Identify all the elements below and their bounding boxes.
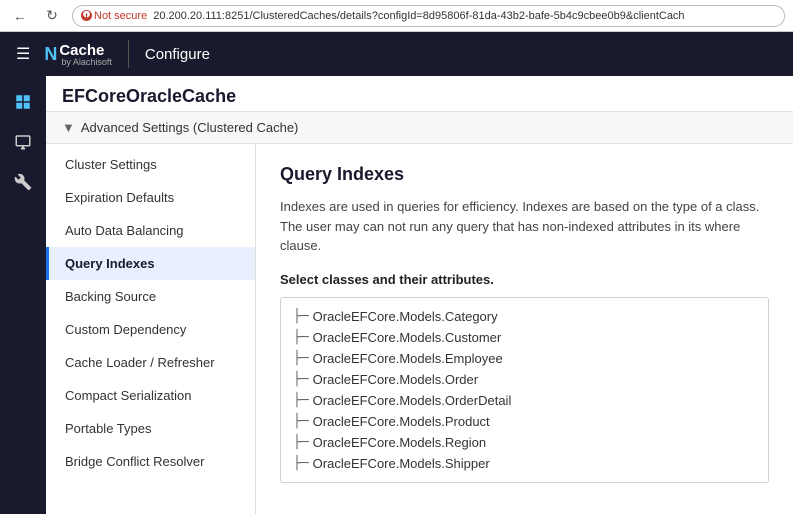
icon-sidebar: [0, 76, 46, 514]
nav-item-auto-data-balancing[interactable]: Auto Data Balancing: [46, 214, 255, 247]
body-split: Cluster SettingsExpiration DefaultsAuto …: [46, 144, 793, 514]
brand-logo: N: [44, 44, 57, 65]
tree-item-label: OracleEFCore.Models.Product: [313, 414, 490, 429]
dashboard-icon-btn[interactable]: [5, 84, 41, 120]
main-content: EFCoreOracleCache ▼ Advanced Settings (C…: [0, 76, 793, 514]
hamburger-menu[interactable]: ☰: [12, 40, 34, 68]
nav-title: Configure: [145, 46, 210, 63]
not-secure-indicator: Not secure: [81, 10, 147, 22]
section-header: ▼ Advanced Settings (Clustered Cache): [46, 112, 793, 144]
address-bar[interactable]: Not secure 20.200.20.111:8251/ClusteredC…: [72, 5, 785, 27]
tree-item-label: OracleEFCore.Models.Customer: [313, 330, 502, 345]
url-text: 20.200.20.111:8251/ClusteredCaches/detai…: [153, 10, 684, 22]
tree-connector-icon: ├─: [293, 309, 309, 324]
tree-item[interactable]: ├─ OracleEFCore.Models.Region: [281, 432, 768, 453]
tree-item[interactable]: ├─ OracleEFCore.Models.Order: [281, 369, 768, 390]
nav-bar: ☰ N Cache by Alachisoft Configure: [0, 32, 793, 76]
brand-name: Cache: [59, 42, 104, 59]
nav-item-cluster-settings[interactable]: Cluster Settings: [46, 148, 255, 181]
content-area: EFCoreOracleCache ▼ Advanced Settings (C…: [46, 76, 793, 514]
tree-connector-icon: ├─: [293, 393, 309, 408]
panel-description: Indexes are used in queries for efficien…: [280, 197, 769, 256]
tree-item[interactable]: ├─ OracleEFCore.Models.Customer: [281, 327, 768, 348]
tree-item-label: OracleEFCore.Models.Order: [313, 372, 478, 387]
left-nav: Cluster SettingsExpiration DefaultsAuto …: [46, 144, 256, 514]
browser-chrome: ← ↻ Not secure 20.200.20.111:8251/Cluste…: [0, 0, 793, 32]
panel-title: Query Indexes: [280, 164, 769, 185]
tree-item[interactable]: ├─ OracleEFCore.Models.Product: [281, 411, 768, 432]
nav-item-cache-loader[interactable]: Cache Loader / Refresher: [46, 346, 255, 379]
select-label: Select classes and their attributes.: [280, 272, 769, 287]
tree-connector-icon: ├─: [293, 351, 309, 366]
page-header: EFCoreOracleCache: [46, 76, 793, 112]
tree-connector-icon: ├─: [293, 456, 309, 471]
nav-divider: [128, 40, 129, 68]
tree-item-label: OracleEFCore.Models.Category: [313, 309, 498, 324]
collapse-icon[interactable]: ▼: [62, 120, 75, 135]
nav-item-bridge-conflict[interactable]: Bridge Conflict Resolver: [46, 445, 255, 478]
tree-item-label: OracleEFCore.Models.Region: [313, 435, 486, 450]
tree-item[interactable]: ├─ OracleEFCore.Models.Employee: [281, 348, 768, 369]
tools-icon-btn[interactable]: [5, 164, 41, 200]
monitor-icon-btn[interactable]: [5, 124, 41, 160]
nav-item-expiration-defaults[interactable]: Expiration Defaults: [46, 181, 255, 214]
section-header-text: Advanced Settings (Clustered Cache): [81, 120, 299, 135]
nav-item-backing-source[interactable]: Backing Source: [46, 280, 255, 313]
tree-connector-icon: ├─: [293, 372, 309, 387]
tree-item[interactable]: ├─ OracleEFCore.Models.Shipper: [281, 453, 768, 474]
tree-item[interactable]: ├─ OracleEFCore.Models.Category: [281, 306, 768, 327]
tree-item-label: OracleEFCore.Models.Employee: [313, 351, 503, 366]
nav-item-portable-types[interactable]: Portable Types: [46, 412, 255, 445]
tree-connector-icon: ├─: [293, 330, 309, 345]
tree-item[interactable]: ├─ OracleEFCore.Models.OrderDetail: [281, 390, 768, 411]
tree-connector-icon: ├─: [293, 414, 309, 429]
brand-logo-area: N Cache by Alachisoft: [44, 42, 112, 67]
tree-item-label: OracleEFCore.Models.OrderDetail: [313, 393, 512, 408]
nav-item-custom-dependency[interactable]: Custom Dependency: [46, 313, 255, 346]
tree-container: ├─ OracleEFCore.Models.Category ├─ OracleEF…: [280, 297, 769, 483]
brand-by: by Alachisoft: [61, 57, 112, 67]
nav-item-query-indexes[interactable]: Query Indexes: [46, 247, 255, 280]
nav-item-compact-serialization[interactable]: Compact Serialization: [46, 379, 255, 412]
page-title: EFCoreOracleCache: [62, 86, 236, 106]
tree-item-label: OracleEFCore.Models.Shipper: [313, 456, 490, 471]
right-panel: Query Indexes Indexes are used in querie…: [256, 144, 793, 514]
tree-connector-icon: ├─: [293, 435, 309, 450]
refresh-button[interactable]: ↻: [40, 4, 64, 28]
back-button[interactable]: ←: [8, 4, 32, 28]
